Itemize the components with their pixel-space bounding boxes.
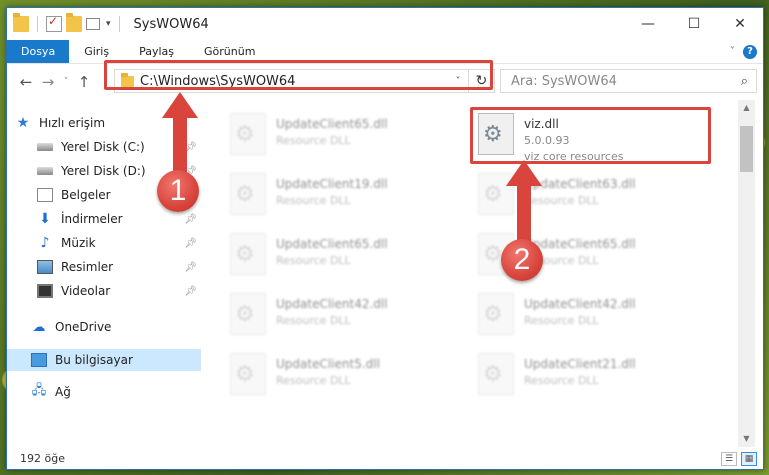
sidebar-item-this-pc[interactable]: Bu bilgisayar xyxy=(7,349,201,371)
file-description: Resource DLL xyxy=(276,254,351,267)
dll-file-icon xyxy=(230,353,266,395)
file-item[interactable]: UpdateClient65.dll Resource DLL xyxy=(230,233,430,277)
minimize-button[interactable]: — xyxy=(625,9,671,39)
file-item[interactable]: UpdateClient65.dll Resource DLL xyxy=(230,113,430,157)
file-name: UpdateClient42.dll xyxy=(276,297,388,311)
pin-icon[interactable]: 📌︎ xyxy=(184,286,197,297)
file-name: UpdateClient65.dll xyxy=(276,117,388,131)
search-input[interactable]: Ara: SysWOW64 ⌕ xyxy=(500,69,757,93)
recent-locations-button[interactable]: ˅ xyxy=(59,77,73,87)
file-name: UpdateClient65.dll xyxy=(276,237,388,251)
sidebar-item-onedrive[interactable]: ☁ OneDrive xyxy=(31,316,203,338)
window-controls: — ☐ ✕ xyxy=(625,9,763,39)
file-item[interactable]: UpdateClient21.dll Resource DLL xyxy=(478,353,678,397)
cloud-icon: ☁ xyxy=(32,319,46,335)
sidebar-item-label: Belgeler xyxy=(61,188,111,202)
sidebar-item-label: OneDrive xyxy=(55,320,112,334)
item-count: 192 öğe xyxy=(20,452,65,465)
sidebar-item-network[interactable]: 🖧︎ Ağ xyxy=(31,381,203,403)
computer-icon xyxy=(31,353,47,367)
search-placeholder: Ara: SysWOW64 xyxy=(511,73,617,89)
ribbon-right: ˅ ? xyxy=(730,40,763,63)
sidebar-item-label: Ağ xyxy=(55,385,71,399)
address-bar-highlight xyxy=(104,60,493,90)
search-icon: ⌕ xyxy=(740,73,748,89)
pin-icon[interactable]: 📌︎ xyxy=(184,262,197,273)
close-button[interactable]: ✕ xyxy=(717,9,763,39)
properties-icon[interactable] xyxy=(46,14,62,32)
dll-file-icon xyxy=(230,293,266,335)
file-description: Resource DLL xyxy=(524,314,599,327)
vertical-scrollbar[interactable]: ▲ ▼ xyxy=(738,100,755,447)
scroll-down-icon[interactable]: ▼ xyxy=(738,431,755,447)
scroll-thumb[interactable] xyxy=(740,126,753,172)
network-icon: 🖧︎ xyxy=(31,383,47,398)
file-item[interactable]: UpdateClient19.dll Resource DLL xyxy=(230,173,430,217)
sidebar-item-label: Videolar xyxy=(61,284,111,298)
download-icon: ⬇ xyxy=(39,211,51,227)
sidebar-item-label: İndirmeler xyxy=(61,212,123,226)
file-name: UpdateClient21.dll xyxy=(524,357,636,371)
file-description: Resource DLL xyxy=(524,374,599,387)
sidebar-item-label: Hızlı erişim xyxy=(39,116,106,130)
sidebar-item-music[interactable]: ♪ Müzik 📌︎ xyxy=(37,232,203,254)
dll-file-icon xyxy=(230,113,266,155)
documents-icon xyxy=(37,188,53,202)
file-description: Resource DLL xyxy=(276,314,351,327)
title-bar: ▾ SysWOW64 — ☐ ✕ xyxy=(7,8,763,40)
file-item[interactable]: UpdateClient42.dll Resource DLL xyxy=(230,293,430,337)
divider xyxy=(37,16,38,32)
details-view-icon[interactable]: ☰ xyxy=(721,451,737,466)
file-description: Resource DLL xyxy=(276,134,351,147)
new-folder-icon[interactable] xyxy=(66,13,82,32)
file-description: Resource DLL xyxy=(276,374,351,387)
dll-file-icon xyxy=(230,233,266,275)
view-switcher: ☰ ▦ xyxy=(721,451,757,466)
file-description: Resource DLL xyxy=(276,194,351,207)
sidebar-item-label: Resimler xyxy=(61,260,114,274)
customize-toolbar-icon[interactable] xyxy=(86,18,100,30)
expand-ribbon-icon[interactable]: ˅ xyxy=(730,46,735,57)
dll-file-icon xyxy=(230,173,266,215)
pin-icon[interactable]: 📌︎ xyxy=(184,214,197,225)
sidebar-item-label: Yerel Disk (C:) xyxy=(61,140,145,154)
tab-file[interactable]: Dosya xyxy=(7,40,70,63)
file-highlight xyxy=(470,107,711,164)
dll-file-icon xyxy=(478,293,514,335)
back-button[interactable]: ← xyxy=(15,73,37,91)
tiles-view-icon[interactable]: ▦ xyxy=(741,451,757,466)
status-bar: 192 öğe ☰ ▦ xyxy=(7,448,763,469)
up-button[interactable]: ↑ xyxy=(73,73,95,91)
help-icon[interactable]: ? xyxy=(743,44,757,59)
file-item[interactable]: UpdateClient42.dll Resource DLL xyxy=(478,293,678,337)
star-icon: ★ xyxy=(16,115,30,131)
drive-icon xyxy=(37,143,53,151)
file-name: UpdateClient42.dll xyxy=(524,297,636,311)
sidebar-item-pictures[interactable]: Resimler 📌︎ xyxy=(37,256,203,278)
divider xyxy=(118,16,120,32)
forward-button[interactable]: → xyxy=(37,73,59,91)
scroll-up-icon[interactable]: ▲ xyxy=(738,100,755,116)
window-title: SysWOW64 xyxy=(133,16,209,32)
dll-file-icon xyxy=(478,353,514,395)
quick-access-toolbar: ▾ xyxy=(7,13,124,32)
sidebar-item-label: Yerel Disk (D:) xyxy=(61,164,146,178)
step-badge-2: 2 xyxy=(501,239,543,281)
pictures-icon xyxy=(37,260,53,274)
drive-icon xyxy=(37,167,53,175)
chevron-down-icon[interactable]: ▾ xyxy=(106,19,111,29)
maximize-button[interactable]: ☐ xyxy=(671,9,717,39)
sidebar-item-videos[interactable]: Videolar 📌︎ xyxy=(37,280,203,302)
file-name: UpdateClient5.dll xyxy=(276,357,380,371)
file-name: UpdateClient19.dll xyxy=(276,177,388,191)
sidebar-item-label: Müzik xyxy=(61,236,96,250)
music-icon: ♪ xyxy=(40,235,50,251)
pin-icon[interactable]: 📌︎ xyxy=(184,238,197,249)
sidebar-item-label: Bu bilgisayar xyxy=(55,353,133,367)
step-badge-1: 1 xyxy=(157,170,199,212)
folder-icon xyxy=(13,13,29,32)
videos-icon xyxy=(37,284,53,298)
file-item[interactable]: UpdateClient5.dll Resource DLL xyxy=(230,353,430,397)
